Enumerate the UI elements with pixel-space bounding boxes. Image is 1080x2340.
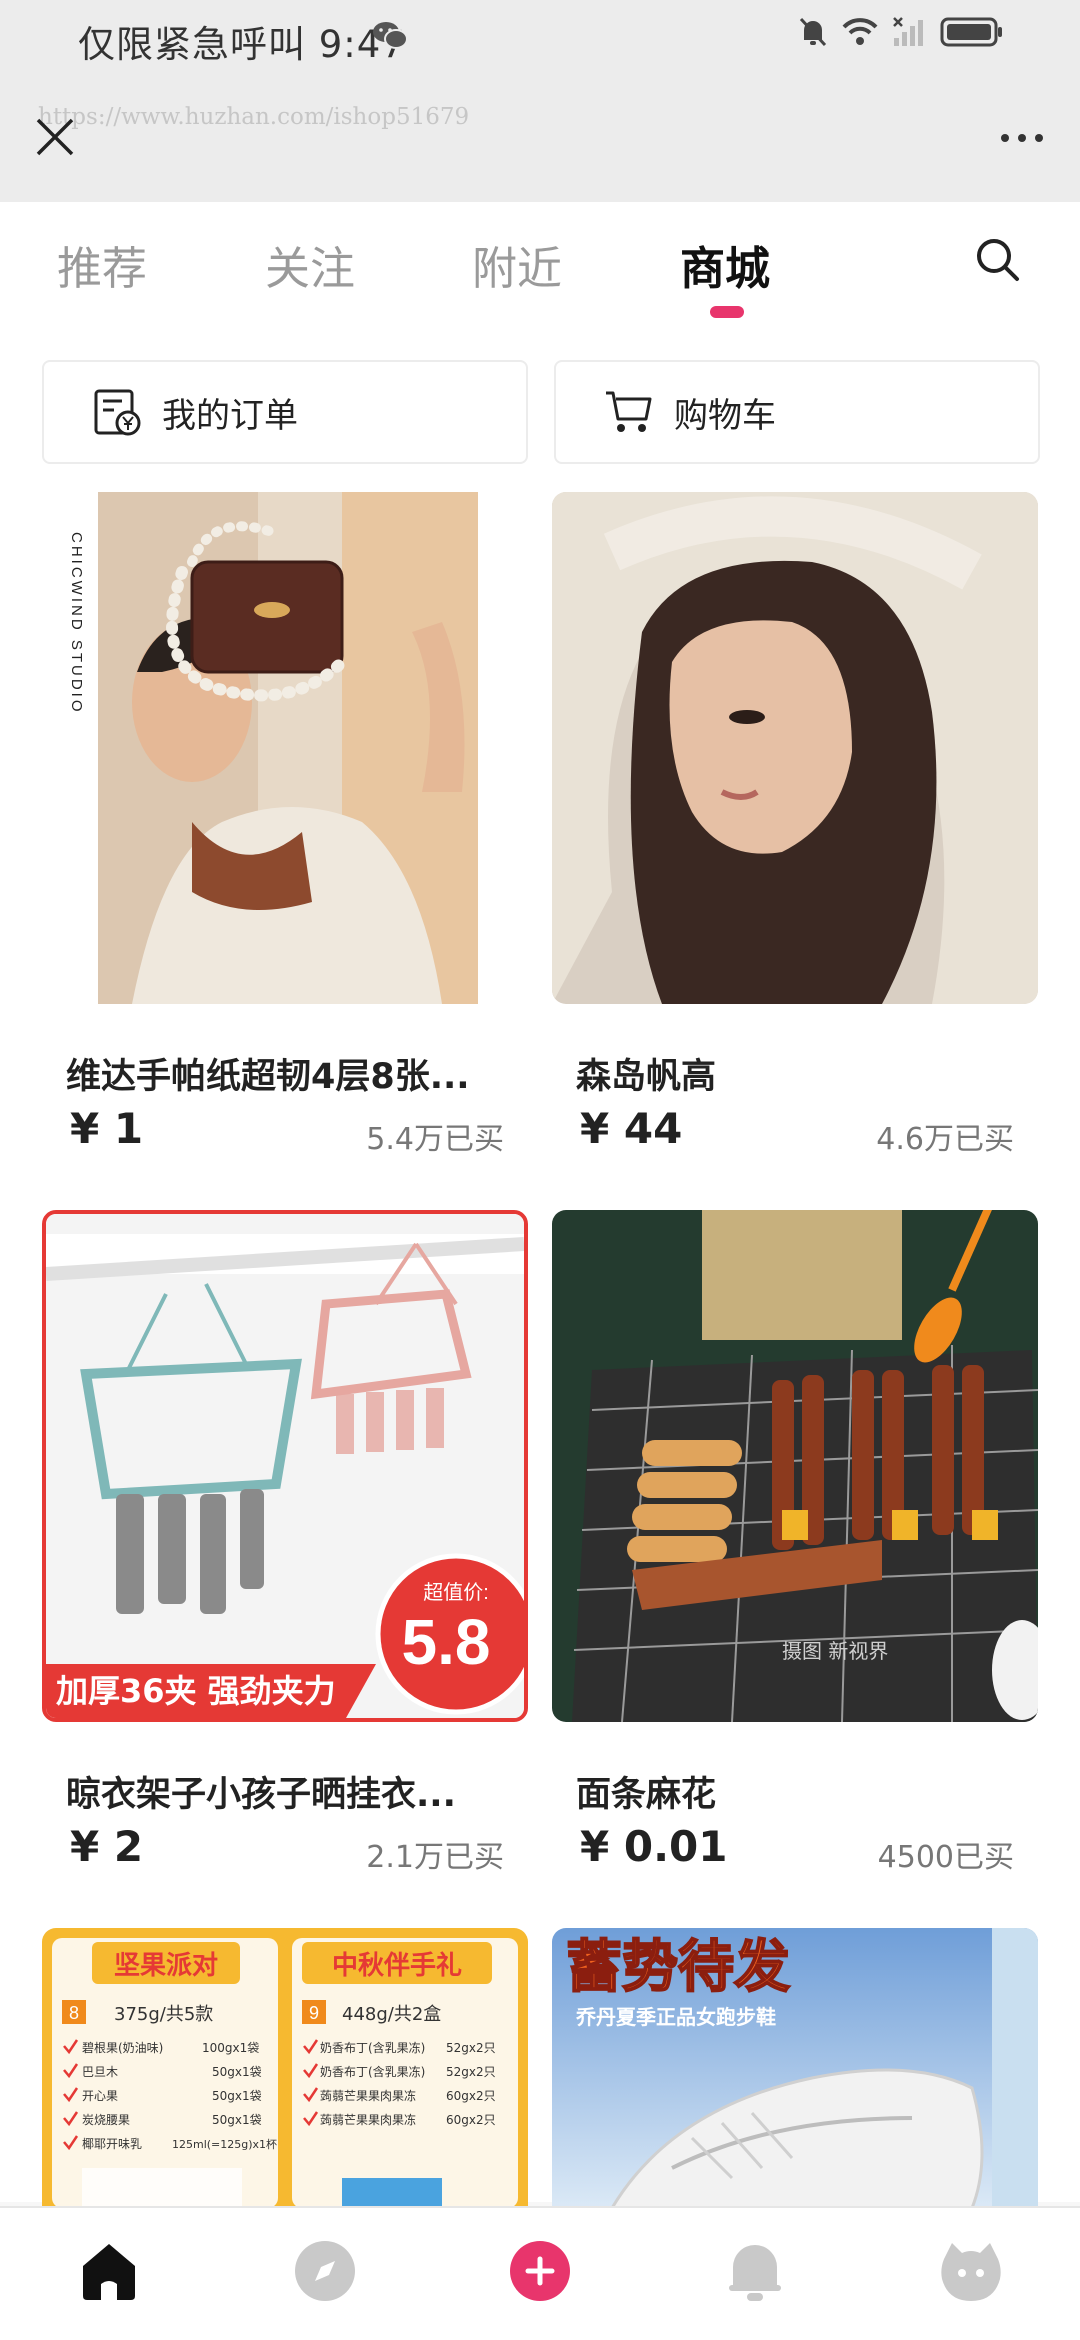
no-signal-icon <box>893 17 923 46</box>
product-image: 蓄势待发 乔丹夏季正品女跑步鞋 <box>552 1928 1038 2208</box>
tab-mall[interactable]: 商城 <box>680 232 770 297</box>
nut-item-name: 巴旦木 <box>82 2065 118 2079</box>
product-card[interactable]: 超值价: 5.8 加厚36夹 强劲夹力 晾衣架子小孩子晒挂衣... ¥ 2 2.… <box>42 1210 528 1890</box>
home-icon <box>83 2244 135 2300</box>
nut-item-qty: 50gx1袋 <box>212 2065 262 2079</box>
tab-nearby[interactable]: 附近 <box>472 232 562 297</box>
image-watermark: 摄图 新视界 <box>782 1639 888 1663</box>
snack-item-name: 奶香布丁(含乳果冻) <box>320 2040 425 2055</box>
box-spec-left: 375g/共5款 <box>114 2004 213 2025</box>
snack-item-qty: 60gx2只 <box>446 2113 496 2127</box>
ad-subline: 乔丹夏季正品女跑步鞋 <box>575 2005 776 2029</box>
banner-text: 加厚36夹 强劲夹力 <box>56 1672 336 1710</box>
mute-bell-icon <box>799 17 827 47</box>
product-sold-count: 2.1万已买 <box>366 1840 504 1875</box>
badge-label: 超值价: <box>423 1581 489 1604</box>
product-sold-count: 5.4万已买 <box>366 1122 504 1157</box>
close-icon[interactable] <box>30 112 80 162</box>
product-image: 超值价: 5.8 加厚36夹 强劲夹力 <box>42 1210 528 1722</box>
wechat-icon <box>373 22 408 49</box>
nut-item-name: 炭烧腰果 <box>82 2113 130 2127</box>
wifi-icon <box>842 18 878 45</box>
box-header-right: 中秋伴手礼 <box>332 1950 462 1981</box>
ad-headline: 蓄势待发 <box>566 1935 790 2000</box>
active-tab-indicator <box>710 306 744 318</box>
box-number-right: 9 <box>309 2003 319 2023</box>
snack-item-qty: 52gx2只 <box>446 2065 496 2079</box>
cart-icon <box>606 391 652 432</box>
add-plus-icon <box>510 2241 570 2301</box>
product-card[interactable]: 摄图 新视界 面条麻花 ¥ 0.01 4500已买 <box>552 1210 1038 1890</box>
nav-home[interactable] <box>74 2236 144 2306</box>
nut-item-name: 开心果 <box>82 2089 118 2103</box>
battery-icon <box>940 17 1002 47</box>
order-receipt-icon <box>94 389 141 436</box>
nut-item-name: 碧根果(奶油味) <box>82 2041 163 2055</box>
badge-price: 5.8 <box>402 1606 491 1678</box>
box-header-left: 坚果派对 <box>114 1951 218 1981</box>
product-title: 维达手帕纸超韧4层8张... <box>66 1057 470 1097</box>
tab-recommend[interactable]: 推荐 <box>57 232 147 297</box>
tab-bar: 推荐 关注 附近 商城 <box>0 202 1080 342</box>
tab-following[interactable]: 关注 <box>265 232 355 297</box>
more-dots-icon[interactable] <box>992 118 1052 158</box>
snack-item-qty: 52gx2只 <box>446 2041 496 2055</box>
bottom-navigation <box>0 2206 1080 2340</box>
product-price: ¥ 0.01 <box>580 1822 728 1871</box>
product-card[interactable]: 蓄势待发 乔丹夏季正品女跑步鞋 <box>552 1928 1038 2208</box>
product-sold-count: 4500已买 <box>877 1840 1014 1875</box>
snack-item-name: 蒟蒻芒果果肉果冻 <box>320 2088 416 2103</box>
status-icons <box>798 16 1004 48</box>
nut-item-name: 椰耶开味乳 <box>82 2136 142 2151</box>
url-watermark: https://www.huzhan.com/ishop51679 <box>38 104 470 130</box>
product-title: 森岛帆高 <box>576 1057 717 1097</box>
compass-icon <box>295 2241 355 2301</box>
product-price: ¥ 44 <box>580 1104 683 1153</box>
nut-item-qty: 50gx1袋 <box>212 2113 262 2127</box>
nav-profile[interactable] <box>936 2236 1006 2306</box>
product-image <box>552 492 1038 1004</box>
brand-watermark: CHICWIND STUDIO <box>68 532 85 715</box>
box-spec-right: 448g/共2盒 <box>342 2004 441 2025</box>
search-icon[interactable] <box>974 236 1022 284</box>
product-sold-count: 4.6万已买 <box>876 1122 1014 1157</box>
product-card[interactable]: 坚果派对 中秋伴手礼 8 375g/共5款 碧根果(奶油味) 100gx1袋 巴… <box>42 1928 528 2208</box>
nav-post[interactable] <box>505 2236 575 2306</box>
snack-item-qty: 60gx2只 <box>446 2089 496 2103</box>
cart-button[interactable]: 购物车 <box>554 360 1040 464</box>
nav-discover[interactable] <box>290 2236 360 2306</box>
snack-item-name: 奶香布丁(含乳果冻) <box>320 2064 425 2079</box>
nav-notifications[interactable] <box>720 2236 790 2306</box>
product-image: CHICWIND STUDIO <box>42 492 528 1004</box>
my-orders-button[interactable]: 我的订单 <box>42 360 528 464</box>
product-price: ¥ 1 <box>70 1104 144 1153</box>
box-number-left: 8 <box>69 2003 79 2023</box>
product-price: ¥ 2 <box>70 1822 144 1871</box>
snack-item-name: 蒟蒻芒果果肉果冻 <box>320 2112 416 2127</box>
product-image: 摄图 新视界 <box>552 1210 1038 1722</box>
status-time: 仅限紧急呼叫 9:47 <box>78 23 406 66</box>
nut-item-qty: 50gx1袋 <box>212 2089 262 2103</box>
mall-content: 我的订单 购物车 CHICWIND STUDIO 维达手帕纸超韧4层8张... … <box>0 342 1080 2208</box>
my-orders-label: 我的订单 <box>162 395 298 436</box>
product-title: 面条麻花 <box>576 1775 717 1815</box>
nut-item-qty: 100gx1袋 <box>202 2041 259 2055</box>
profile-face-icon <box>941 2243 1001 2301</box>
cart-label: 购物车 <box>674 395 776 436</box>
product-card[interactable]: 森岛帆高 ¥ 44 4.6万已买 <box>552 492 1038 1172</box>
product-card[interactable]: CHICWIND STUDIO 维达手帕纸超韧4层8张... ¥ 1 5.4万已… <box>42 492 528 1172</box>
product-image: 坚果派对 中秋伴手礼 8 375g/共5款 碧根果(奶油味) 100gx1袋 巴… <box>42 1928 528 2208</box>
product-title: 晾衣架子小孩子晒挂衣... <box>66 1775 456 1815</box>
top-bar: 仅限紧急呼叫 9:47 https://www.huzhan.com/ishop… <box>0 0 1080 202</box>
notification-bell-icon <box>729 2245 781 2301</box>
nut-item-qty: 125ml(=125g)x1杯 <box>172 2137 277 2151</box>
